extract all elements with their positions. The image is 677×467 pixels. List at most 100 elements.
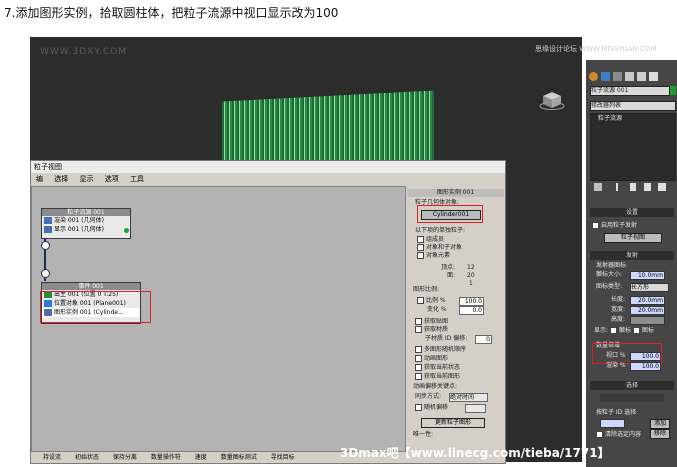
modify-icon[interactable] [601,72,610,81]
highlight-geometry-pick [417,205,483,223]
depot-item-2[interactable]: 初始状态 [75,454,99,461]
make-unique-icon[interactable] [630,183,636,191]
depot-item-4[interactable]: 数量操作符 [151,454,181,461]
particle-diagram-canvas[interactable]: 粒子流源 001 渲染 001 (几何体) 显示 001 (几何体) 事件 00… [31,186,406,452]
variation-spinner[interactable]: 0.0 [459,306,484,315]
rollout-emission-header[interactable]: 发射 [590,251,674,260]
animated-shape-label: 动画图形 [424,355,449,362]
ratio-spinner[interactable]: 100.0 [459,297,484,306]
utilities-icon[interactable] [649,72,658,81]
motion-icon[interactable] [625,72,634,81]
depot-item-7[interactable]: 寻找目标 [271,454,295,461]
sub-material-label: 子材质 ID 偏移: [425,335,468,342]
source-node-display[interactable]: 显示 001 (几何体) [42,225,130,234]
anim-offset-label: 动画偏移关键点: [413,383,458,390]
depot-item-1[interactable]: 持设流 [43,454,61,461]
particle-view-menubar: 编 选择 显示 选项 工具 [31,174,505,185]
depot-item-5[interactable]: 速度 [195,454,207,461]
object-elements-check[interactable] [417,252,424,259]
multi-shape-option[interactable]: 多图形随机顺序 [415,346,466,354]
menu-tools[interactable]: 工具 [130,175,144,183]
animated-shape-option[interactable]: 动画图形 [415,355,448,363]
source-node[interactable]: 粒子流源 001 渲染 001 (几何体) 显示 001 (几何体) [41,208,131,239]
random-offset-option[interactable]: 随机偏移 [415,404,448,412]
animated-shape-check[interactable] [415,355,422,362]
icon-type-dropdown[interactable]: 长方形 [630,283,669,292]
variation-label: 变化 % [427,306,447,313]
random-offset-label: 随机偏移 [424,404,449,411]
clear-selection-checkbox[interactable]: 清除选定内容 [596,431,641,439]
rollout-selection-header[interactable]: 选择 [590,381,674,390]
stack-item[interactable]: 粒子流源 [598,115,622,123]
render-operator-icon [44,217,52,224]
output-socket-icon[interactable] [41,241,50,250]
object-children-option[interactable]: 对象和子对象 [417,244,462,252]
clear-selection-check[interactable] [596,431,603,438]
particle-id-spinner[interactable] [600,419,625,428]
depot-item-3[interactable]: 保持分离 [113,454,137,461]
acquire-material-option[interactable]: 获取材质 [415,326,448,334]
rollout-setup-header[interactable]: 设置 [590,208,674,217]
group-members-check[interactable] [417,236,424,243]
create-icon[interactable] [589,72,598,81]
shape-instance-params: 图形实例 001 粒子几何体对象: Cylinder001 以下项的单独粒子: … [407,186,504,452]
depot-item-6[interactable]: 数量图标测试 [221,454,257,461]
acquire-animated-option[interactable]: 获取当前状态 [415,364,460,372]
render-pct-spinner[interactable]: 100.0 [630,362,661,371]
random-offset-check[interactable] [415,404,422,411]
acquire-animated-check[interactable] [415,364,422,371]
logo-size-spinner[interactable]: 10.0mm [630,271,665,280]
multi-shape-check[interactable] [415,346,422,353]
menu-display[interactable]: 显示 [79,175,93,183]
sub-material-spinner[interactable]: 0 [475,335,492,344]
group-members-option[interactable]: 组成员 [417,236,444,244]
acquire-shape-check[interactable] [415,373,422,380]
object-color-swatch[interactable] [670,86,676,95]
length-spinner[interactable]: 20.0mm [630,296,665,305]
source-node-render[interactable]: 渲染 001 (几何体) [42,216,130,225]
height-label: 高度: [611,316,626,323]
acquire-mapping-option[interactable]: 获取贴图 [415,318,448,326]
object-elements-option[interactable]: 对象元素 [417,252,450,260]
show-icon-check[interactable] [632,327,640,334]
object-name-field[interactable]: 粒子流源 001 [590,86,670,96]
random-offset-spinner[interactable] [465,404,486,413]
enable-emission-checkbox[interactable]: 启用粒子发射 [592,222,637,230]
command-tabs [589,72,675,82]
modifier-list-dropdown[interactable]: 修改器列表 [590,101,676,111]
remove-button[interactable]: 移除 [650,429,670,439]
enable-emission-check[interactable] [592,222,599,229]
show-icon-label: 图标 [641,327,654,334]
width-spinner[interactable]: 20.0mm [630,306,665,315]
menu-select[interactable]: 选择 [54,175,68,183]
input-socket-icon[interactable] [41,269,50,278]
modifier-stack[interactable] [590,113,676,181]
ratio-option[interactable]: 比例 % [417,297,446,305]
height-spinner[interactable] [630,316,665,325]
add-button[interactable]: 添加 [650,419,670,429]
object-children-check[interactable] [417,244,424,251]
menu-edit[interactable]: 编 [36,175,43,183]
update-shapes-button[interactable]: 更新粒子图形 [421,418,485,428]
display-icon[interactable] [637,72,646,81]
source-node-header[interactable]: 粒子流源 001 [42,209,130,216]
show-end-result-icon[interactable] [616,183,618,191]
pin-stack-icon[interactable] [594,183,602,191]
display-toggles: 显示: 徽标 图标 [594,327,654,335]
acquire-material-check[interactable] [415,326,422,333]
particle-view-button[interactable]: 粒子视图 [604,233,662,243]
ratio-check[interactable] [417,297,424,304]
configure-modifier-sets-icon[interactable] [658,183,666,191]
selection-mode-bar[interactable] [600,394,664,402]
particle-view-title: 粒子视图 [31,161,505,173]
menu-options[interactable]: 选项 [105,175,119,183]
acquire-mapping-check[interactable] [415,318,422,325]
viewcube-icon[interactable] [539,88,565,110]
hierarchy-icon[interactable] [613,72,622,81]
event-node-header[interactable]: 事件 001 [42,283,140,290]
params-header[interactable]: 图形实例 001 [407,189,504,197]
remove-modifier-icon[interactable] [644,183,651,191]
sync-dropdown[interactable]: 绝对时间 [449,393,488,402]
acquire-shape-option[interactable]: 获取当前图形 [415,373,460,381]
show-logo-check[interactable] [609,327,617,334]
